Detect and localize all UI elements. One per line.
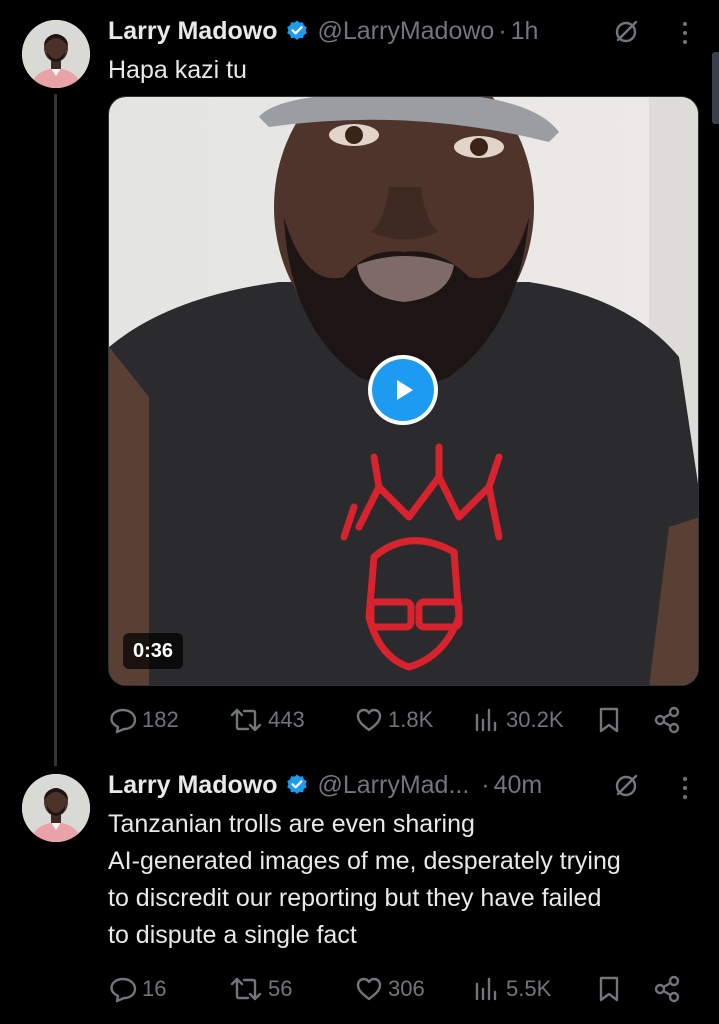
tweet-header: Larry Madowo @LarryMadowo · 1h	[108, 14, 538, 48]
scrollbar-thumb[interactable]	[712, 52, 719, 124]
reply-button[interactable]: 182	[108, 702, 179, 738]
tweet-text-line: to dispute a single fact	[108, 921, 357, 949]
bookmark-icon	[599, 976, 619, 1002]
verified-badge-icon	[285, 19, 309, 43]
tweet-actions: 182 443 1.8K 30.2K	[108, 702, 688, 738]
author-handle[interactable]: @LarryMadowo	[317, 17, 494, 46]
avatar-image	[22, 774, 90, 842]
views-button[interactable]: 30.2K	[472, 702, 564, 738]
video-player[interactable]: 0:36	[108, 96, 699, 686]
reply-icon	[110, 977, 137, 1003]
play-icon	[397, 380, 413, 400]
avatar[interactable]	[22, 774, 90, 842]
share-button[interactable]	[652, 971, 682, 1007]
more-options-icon[interactable]	[681, 777, 689, 799]
avatar-image	[22, 20, 90, 88]
more-options-icon[interactable]	[681, 22, 689, 44]
tweet-header: Larry Madowo @LarryMad... · 40m	[108, 768, 542, 802]
share-icon	[654, 975, 680, 1003]
verified-badge-icon	[285, 773, 309, 797]
views-icon	[475, 708, 497, 732]
author-handle[interactable]: @LarryMad...	[317, 771, 469, 800]
grok-icon[interactable]	[614, 18, 640, 44]
tweet-text: Tanzanian trolls are even sharing AI-gen…	[108, 806, 621, 954]
tweet-actions: 16 56 306 5.5K	[108, 971, 688, 1007]
views-count: 5.5K	[506, 976, 552, 1001]
reply-icon	[110, 708, 137, 734]
repost-count: 443	[268, 707, 305, 732]
reply-count: 182	[142, 707, 179, 732]
repost-icon	[230, 977, 262, 1001]
reply-button[interactable]: 16	[108, 971, 166, 1007]
share-button[interactable]	[652, 702, 682, 738]
tweet-text-line: Tanzanian trolls are even sharing	[108, 810, 475, 838]
author-name[interactable]: Larry Madowo	[108, 17, 277, 46]
bookmark-button[interactable]	[594, 971, 624, 1007]
avatar[interactable]	[22, 20, 90, 88]
like-button[interactable]: 1.8K	[354, 702, 433, 738]
like-count: 1.8K	[388, 707, 434, 732]
tweet-timestamp[interactable]: 1h	[511, 17, 539, 46]
bookmark-icon	[599, 707, 619, 733]
share-icon	[654, 706, 680, 734]
reply-count: 16	[142, 976, 167, 1001]
separator-dot: ·	[481, 770, 490, 799]
tweet-text: Hapa kazi tu	[108, 56, 247, 84]
bookmark-button[interactable]	[594, 702, 624, 738]
tweet-timestamp[interactable]: 40m	[494, 771, 543, 800]
thread-connector-line	[54, 94, 57, 766]
views-button[interactable]: 5.5K	[472, 971, 551, 1007]
repost-button[interactable]: 443	[228, 702, 305, 738]
author-name[interactable]: Larry Madowo	[108, 771, 277, 800]
play-button[interactable]	[368, 355, 438, 425]
like-button[interactable]: 306	[354, 971, 425, 1007]
repost-icon	[230, 708, 262, 732]
like-count: 306	[388, 976, 425, 1001]
separator-dot: ·	[498, 16, 507, 45]
video-duration: 0:36	[123, 633, 184, 669]
repost-count: 56	[268, 976, 293, 1001]
grok-icon[interactable]	[614, 772, 640, 798]
tweet-text-line: to discredit our reporting but they have…	[108, 884, 602, 912]
tweet-text-line: AI-generated images of me, desperately t…	[108, 847, 621, 875]
repost-button[interactable]: 56	[228, 971, 292, 1007]
like-icon	[356, 708, 382, 732]
views-count: 30.2K	[506, 707, 564, 732]
views-icon	[475, 977, 497, 1001]
like-icon	[356, 977, 382, 1001]
